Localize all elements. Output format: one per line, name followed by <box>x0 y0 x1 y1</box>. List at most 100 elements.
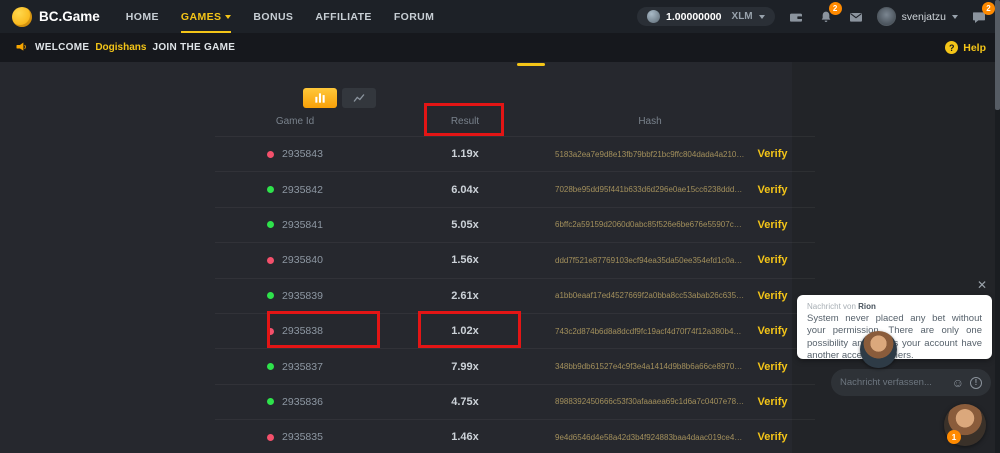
table-view-toggle[interactable] <box>303 88 337 108</box>
table-row: 2935840 1.56x ddd7f521e87769103ecf94ea35… <box>215 242 815 277</box>
nav-item-forum[interactable]: FORUM <box>394 0 435 33</box>
avatar <box>877 7 896 26</box>
result-value: 1.19x <box>375 148 555 160</box>
result-value: 1.46x <box>375 431 555 443</box>
welcome-username[interactable]: Dogishans <box>95 42 146 53</box>
chat-message-meta: Nachricht von Rion <box>807 302 982 311</box>
bc-coin-logo-icon <box>12 7 32 27</box>
verify-link[interactable]: Verify <box>745 290 800 302</box>
verify-link[interactable]: Verify <box>745 148 800 160</box>
exclamation-icon[interactable] <box>970 377 982 389</box>
question-icon <box>945 41 958 54</box>
header-result: Result <box>375 116 555 127</box>
bar-chart-icon <box>313 91 327 105</box>
main-nav: HOME GAMES BONUS AFFILIATE FORUM <box>126 0 435 33</box>
result-value: 4.75x <box>375 396 555 408</box>
messages-button[interactable] <box>847 8 865 26</box>
verify-link[interactable]: Verify <box>745 361 800 373</box>
hash-value: 5183a2ea7e9d8e13fb79bbf21bc9ffc804dada4a… <box>555 150 745 159</box>
result-value: 5.05x <box>375 219 555 231</box>
result-value: 6.04x <box>375 184 555 196</box>
status-dot <box>267 257 274 264</box>
username: svenjatzu <box>902 11 946 23</box>
table-row: 2935835 1.46x 9e4d6546d4e58a42d3b4f92488… <box>215 419 815 453</box>
status-dot <box>267 363 274 370</box>
result-value: 1.02x <box>375 325 555 337</box>
game-id: 2935838 <box>282 325 323 337</box>
welcome-prefix: WELCOME <box>35 42 89 53</box>
status-dot <box>267 328 274 335</box>
status-dot <box>267 221 274 228</box>
game-id: 2935836 <box>282 396 323 408</box>
trend-view-toggle[interactable] <box>342 88 376 108</box>
view-toggles <box>303 88 376 108</box>
game-id: 2935837 <box>282 361 323 373</box>
chevron-down-icon <box>225 15 231 19</box>
chat-unread-badge: 1 <box>947 430 961 444</box>
balance-amount: 1.00000000 <box>666 11 721 23</box>
verify-link[interactable]: Verify <box>745 184 800 196</box>
hash-value: 348bb9db61527e4c9f3e4a1414d9b8b6a66ce897… <box>555 362 745 371</box>
status-dot <box>267 186 274 193</box>
coin-icon <box>647 10 660 23</box>
table-row: 2935841 5.05x 6bffc2a59159d2060d0abc85f5… <box>215 207 815 242</box>
table-row: 2935836 4.75x 8988392450666c53f30afaaaea… <box>215 384 815 419</box>
active-tab-indicator <box>517 63 545 66</box>
chat-toggle-button[interactable]: 2 <box>970 8 988 26</box>
wallet-button[interactable] <box>787 8 805 26</box>
hash-value: ddd7f521e87769103ecf94ea35da50ee354efd1c… <box>555 256 745 265</box>
game-id: 2935840 <box>282 254 323 266</box>
hash-value: 743c2d874b6d8a8dcdf9fc19acf4d70f74f12a38… <box>555 327 745 336</box>
verify-link[interactable]: Verify <box>745 219 800 231</box>
navbar-right: 1.00000000 XLM 2 svenjatzu 2 <box>637 7 988 26</box>
chat-badge: 2 <box>982 2 995 15</box>
chevron-down-icon <box>759 15 765 19</box>
verify-link[interactable]: Verify <box>745 396 800 408</box>
megaphone-icon <box>14 40 29 55</box>
trend-chart-icon <box>352 91 366 105</box>
table-row: 2935842 6.04x 7028be95dd95f441b633d6d296… <box>215 171 815 206</box>
help-button[interactable]: Help <box>945 41 986 54</box>
chevron-down-icon <box>952 15 958 19</box>
welcome-bar: WELCOME Dogishans JOIN THE GAME Help <box>0 33 1000 62</box>
nav-item-affiliate[interactable]: AFFILIATE <box>315 0 371 33</box>
page-scrollbar[interactable] <box>995 0 1000 453</box>
balance-selector[interactable]: 1.00000000 XLM <box>637 7 775 26</box>
status-dot <box>267 292 274 299</box>
notifications-button[interactable]: 2 <box>817 8 835 26</box>
close-icon[interactable] <box>977 279 987 291</box>
game-id: 2935841 <box>282 219 323 231</box>
nav-item-bonus[interactable]: BONUS <box>253 0 293 33</box>
hash-value: 8988392450666c53f30afaaaea69c1d6a7c0407e… <box>555 397 745 406</box>
result-value: 7.99x <box>375 361 555 373</box>
verify-link[interactable]: Verify <box>745 254 800 266</box>
wallet-icon <box>788 9 804 25</box>
currency-label: XLM <box>732 11 753 22</box>
brand[interactable]: BC.Game <box>12 7 100 27</box>
user-menu[interactable]: svenjatzu <box>877 7 958 26</box>
welcome-suffix: JOIN THE GAME <box>152 42 235 53</box>
verify-link[interactable]: Verify <box>745 431 800 443</box>
hash-value: a1bb0eaaf17ed4527669f2a0bba8cc53abab26c6… <box>555 291 745 300</box>
header-game-id: Game Id <box>215 116 375 127</box>
nav-item-games[interactable]: GAMES <box>181 0 232 33</box>
table-header: Game Id Result Hash <box>215 106 815 136</box>
help-label: Help <box>963 42 986 54</box>
scrollbar-thumb[interactable] <box>995 0 1000 110</box>
emoji-icon[interactable] <box>952 377 964 389</box>
table-row: 2935839 2.61x a1bb0eaaf17ed4527669f2a0bb… <box>215 278 815 313</box>
chat-sender-name: Rion <box>858 302 876 311</box>
chat-input-bar <box>831 369 991 396</box>
status-dot <box>267 398 274 405</box>
game-id: 2935835 <box>282 431 323 443</box>
game-id: 2935839 <box>282 290 323 302</box>
game-id: 2935842 <box>282 184 323 196</box>
table-row: 2935837 7.99x 348bb9db61527e4c9f3e4a1414… <box>215 348 815 383</box>
chat-message-input[interactable] <box>840 377 946 388</box>
hash-value: 9e4d6546d4e58a42d3b4f924883baa4daac019ce… <box>555 433 745 442</box>
results-table: Game Id Result Hash 2935843 1.19x 5183a2… <box>215 106 815 453</box>
table-row: 2935843 1.19x 5183a2ea7e9d8e13fb79bbf21b… <box>215 136 815 171</box>
status-dot <box>267 434 274 441</box>
nav-item-home[interactable]: HOME <box>126 0 159 33</box>
verify-link[interactable]: Verify <box>745 325 800 337</box>
